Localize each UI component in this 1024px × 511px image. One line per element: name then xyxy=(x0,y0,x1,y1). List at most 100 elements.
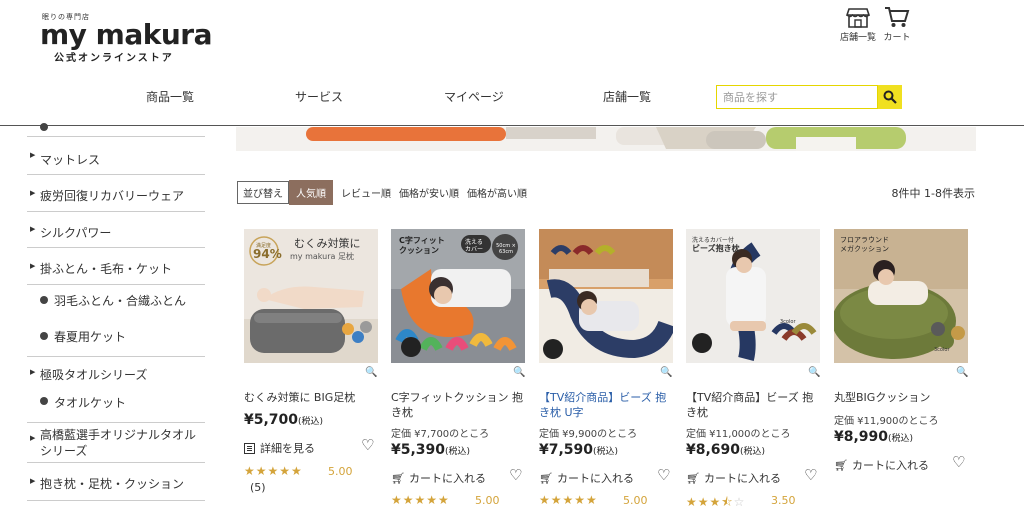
favorite-heart-icon[interactable]: ♡ xyxy=(509,466,522,484)
image-caption-title: むくみ対策に xyxy=(294,237,361,250)
arrow-right-icon: ▶ xyxy=(30,189,36,197)
add-to-cart-button[interactable]: 🛒︎ カートに入れる xyxy=(539,470,634,486)
favorite-heart-icon[interactable]: ♡ xyxy=(952,453,965,471)
category-sidebar: ▶ マットレス ▶ 疲労回復リカバリーウェア ▶ シルクパワー ▶ 掛ふとん・毛… xyxy=(27,123,205,501)
sidebar-cut-item xyxy=(27,123,205,137)
rating-value: 3.50 xyxy=(771,494,796,507)
arrow-right-icon: ▶ xyxy=(30,477,36,485)
product-image[interactable]: C字フィット クッション 洗える カバー 50cm × 63cm xyxy=(391,229,525,363)
zoom-icon[interactable]: 🔍 xyxy=(660,367,672,378)
favorite-heart-icon[interactable]: ♡ xyxy=(361,436,374,454)
sort-option-popular[interactable]: 人気順 xyxy=(289,180,333,205)
search-button[interactable] xyxy=(878,85,902,109)
rating-stars: ★★★★★ xyxy=(539,493,598,507)
cart-link[interactable]: カート xyxy=(877,6,917,43)
sort-option-price-low[interactable]: 価格が安い順 xyxy=(399,185,459,200)
store-icon xyxy=(846,8,870,28)
product-title[interactable]: 【TV紹介商品】ビーズ 抱き枕 U字 xyxy=(539,390,671,420)
add-to-cart-button[interactable]: 🛒︎ カートに入れる xyxy=(391,470,486,486)
sort-option-price-high[interactable]: 価格が高い順 xyxy=(467,185,527,200)
product-title[interactable]: C字フィットクッション 抱き枕 xyxy=(391,390,527,420)
banner-image[interactable] xyxy=(236,127,976,151)
add-to-cart-button[interactable]: 🛒︎ カートに入れる xyxy=(686,470,781,486)
price-value: ¥8,690 xyxy=(686,442,741,458)
site-header: 眠りの専門店 my makura 公式オンラインストア 店舗一覧 カート 商品一… xyxy=(0,0,1024,126)
rating-stars: ★★★★★ xyxy=(391,493,450,507)
sidebar-item-label: 高橋藍選手オリジナルタオルシリーズ xyxy=(40,428,197,458)
search-icon xyxy=(883,90,897,104)
rating-stars: ★★★★★ xyxy=(244,464,303,478)
tax-label: (税込) xyxy=(740,447,766,457)
product-title[interactable]: むくみ対策に BIG足枕 xyxy=(244,390,374,405)
product-image[interactable]: むくみ対策に my makura 足枕 満足度 94% xyxy=(244,229,378,363)
product-price: ¥5,390(税込) xyxy=(391,442,470,458)
product-card: むくみ対策に my makura 足枕 満足度 94% xyxy=(244,229,380,363)
sidebar-item-label: 春夏用ケット xyxy=(54,330,127,344)
sidebar-item-label: シルクパワー xyxy=(40,226,112,240)
page: 眠りの専門店 my makura 公式オンラインストア 店舗一覧 カート 商品一… xyxy=(0,0,1024,511)
zoom-icon[interactable]: 🔍 xyxy=(513,367,525,378)
nav-products[interactable]: 商品一覧 xyxy=(146,88,194,105)
tax-label: (税込) xyxy=(298,417,324,427)
product-card: C字フィット クッション 洗える カバー 50cm × 63cm xyxy=(391,229,527,363)
sidebar-item-summer-ket[interactable]: 春夏用ケット xyxy=(27,321,205,357)
nav-stores[interactable]: 店舗一覧 xyxy=(603,88,651,105)
sidebar-item-label: 掛ふとん・毛布・ケット xyxy=(40,262,173,276)
sidebar-item-blankets[interactable]: ▶ 掛ふとん・毛布・ケット xyxy=(27,248,205,285)
product-image[interactable]: フロアラウンド メガクッション 3color xyxy=(834,229,968,363)
image-color-label: 3color xyxy=(780,319,796,325)
details-label: 詳細を見る xyxy=(260,442,315,455)
sort-option-reviews[interactable]: レビュー順 xyxy=(341,185,391,200)
sidebar-item-takahashi-towel[interactable]: ▶ 高橋藍選手オリジナルタオルシリーズ xyxy=(27,423,205,463)
rating-value: 5.00 xyxy=(475,494,500,507)
banner-graphic xyxy=(236,127,976,151)
favorite-heart-icon[interactable]: ♡ xyxy=(804,466,817,484)
arrow-right-icon: ▶ xyxy=(30,225,36,233)
arrow-right-icon: ▶ xyxy=(30,434,36,442)
original-price: 定価 ¥11,900のところ xyxy=(834,416,939,427)
sidebar-item-pillows[interactable]: ▶ 抱き枕・足枕・クッション xyxy=(27,463,205,501)
store-list-link[interactable]: 店舗一覧 xyxy=(838,6,878,43)
sidebar-item-recovery-wear[interactable]: ▶ 疲労回復リカバリーウェア xyxy=(27,175,205,212)
image-color-label: 3color xyxy=(934,347,950,353)
sidebar-item-label: 疲労回復リカバリーウェア xyxy=(40,189,185,203)
add-to-cart-label: カートに入れる xyxy=(408,472,486,485)
site-logo[interactable]: 眠りの専門店 my makura 公式オンラインストア xyxy=(40,12,213,64)
sidebar-item-label: 極吸タオルシリーズ xyxy=(40,368,148,382)
search-input[interactable] xyxy=(716,85,878,109)
favorite-heart-icon[interactable]: ♡ xyxy=(657,466,670,484)
sidebar-item-label: マットレス xyxy=(40,153,101,167)
image-badge-value: 94% xyxy=(253,247,282,261)
cart-icon: 🛒︎ xyxy=(686,471,700,485)
zoom-icon[interactable]: 🔍 xyxy=(956,367,968,378)
product-card: フロアラウンド メガクッション 3color xyxy=(834,229,970,363)
bullet-icon xyxy=(40,123,48,131)
add-to-cart-label: カートに入れる xyxy=(851,459,929,472)
rating-stars: ★★★⯪☆ xyxy=(686,495,746,509)
original-price: 定価 ¥9,900のところ xyxy=(539,429,638,440)
nav-mypage[interactable]: マイページ xyxy=(444,88,504,105)
tax-label: (税込) xyxy=(445,447,471,457)
product-image[interactable] xyxy=(539,229,673,363)
sidebar-item-down-futon[interactable]: 羽毛ふとん・合繊ふとん xyxy=(27,285,205,321)
sidebar-item-towel-series[interactable]: ▶ 極吸タオルシリーズ xyxy=(27,357,205,387)
sidebar-item-mattress[interactable]: ▶ マットレス xyxy=(27,137,205,175)
product-image[interactable]: 洗えるカバー付 ビーズ抱き枕 3color xyxy=(686,229,820,363)
review-count[interactable]: (5) xyxy=(250,481,266,494)
price-value: ¥7,590 xyxy=(539,442,594,458)
product-price: ¥7,590(税込) xyxy=(539,442,618,458)
zoom-icon[interactable]: 🔍 xyxy=(808,367,820,378)
product-card xyxy=(539,229,675,363)
sidebar-item-label: 抱き枕・足枕・クッション xyxy=(40,477,185,491)
sidebar-item-towel-ket[interactable]: タオルケット xyxy=(27,387,205,423)
zoom-icon[interactable]: 🔍 xyxy=(365,367,377,378)
sidebar-item-silk-power[interactable]: ▶ シルクパワー xyxy=(27,212,205,248)
nav-services[interactable]: サービス xyxy=(295,88,343,105)
tax-label: (税込) xyxy=(888,434,914,444)
bullet-icon xyxy=(40,332,48,340)
product-title[interactable]: 丸型BIGクッション xyxy=(834,390,970,405)
details-button[interactable]: 詳細を見る xyxy=(244,440,315,456)
add-to-cart-button[interactable]: 🛒︎ カートに入れる xyxy=(834,457,929,473)
image-badge-sub: カバー xyxy=(465,246,484,253)
product-title[interactable]: 【TV紹介商品】ビーズ 抱き枕 xyxy=(686,390,818,420)
